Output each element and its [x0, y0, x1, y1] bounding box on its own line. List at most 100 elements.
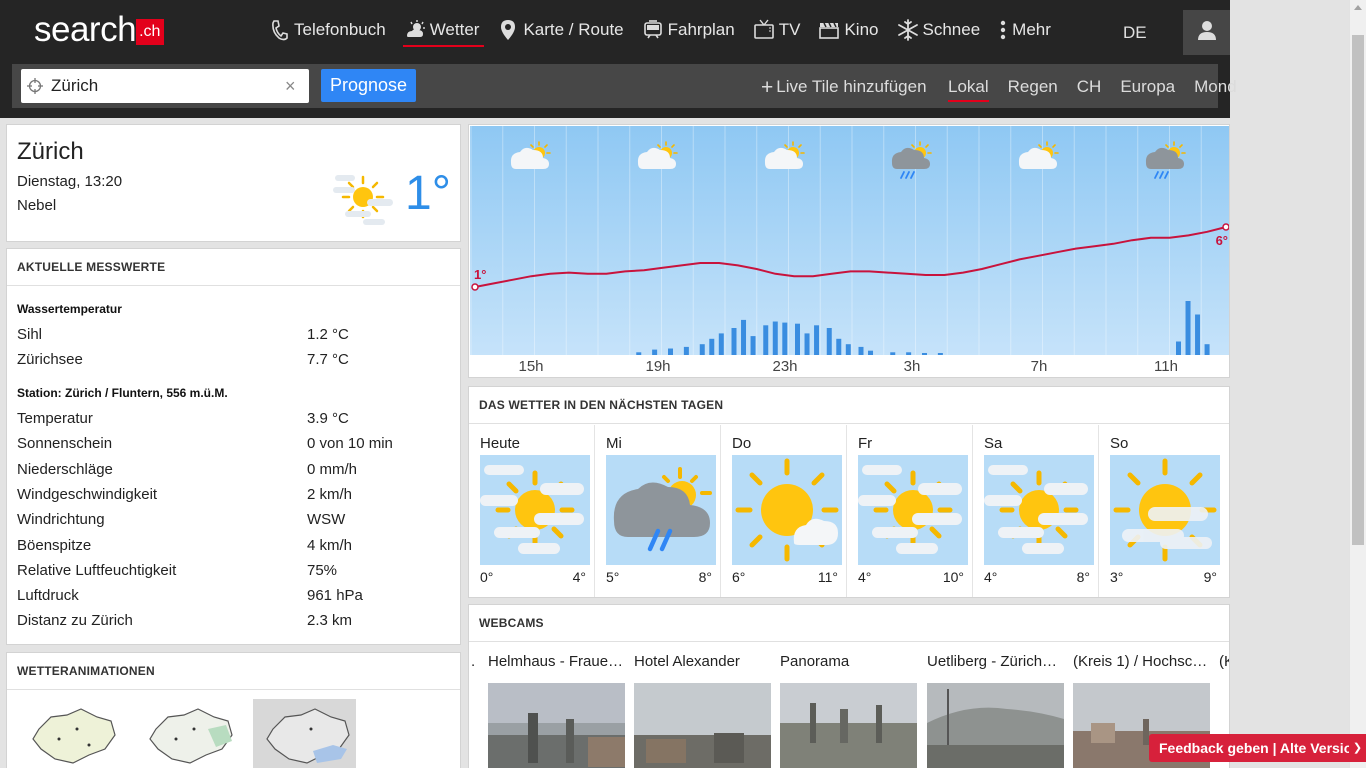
current-datetime: Dienstag, 13:20 [17, 173, 123, 190]
webcams-title: WEBCAMS [469, 605, 1229, 642]
nav-telefonbuch[interactable]: Telefonbuch [262, 14, 392, 46]
measure-label: Niederschläge [17, 461, 113, 478]
temperature-start-point [471, 283, 479, 291]
chart-x-tick-label: 23h [772, 358, 797, 375]
logo-suffix: .ch [136, 19, 165, 45]
webcam-item[interactable]: Helmhaus - Fraue… [488, 653, 628, 768]
scroll-up-arrow-icon[interactable] [1354, 5, 1362, 10]
live-tile-button[interactable]: + Live Tile hinzufügen [761, 75, 927, 99]
measure-row: Niederschläge 0 mm/h [17, 461, 447, 481]
webcam-image [634, 683, 771, 768]
nav-wetter[interactable]: Wetter [398, 14, 486, 47]
nav-fahrplan[interactable]: Fahrplan [636, 14, 741, 46]
webcam-item-partial[interactable]: (K [1219, 653, 1229, 673]
feedback-button[interactable]: Feedback geben | Alte Version [1149, 734, 1349, 762]
temperature-end-point [1222, 223, 1229, 231]
sun-fog-icon [333, 171, 395, 227]
webcam-name: (K [1219, 653, 1229, 670]
animation-thumb-clouds[interactable] [253, 699, 356, 768]
user-button[interactable] [1183, 10, 1230, 55]
weather-icon [404, 19, 426, 41]
plus-icon: + [761, 75, 774, 99]
chart-x-tick-label: 7h [1031, 358, 1048, 375]
sun-fog-icon [1110, 455, 1220, 565]
chart-x-axis [470, 355, 1229, 377]
weather-subnav: Lokal Regen CH Europa Mond [948, 77, 1256, 102]
nav-mehr[interactable]: Mehr [992, 14, 1057, 46]
forecast-day[interactable]: Mi 5° 8° [595, 425, 721, 597]
nav-tv[interactable]: TV [747, 14, 807, 46]
measure-value: 75% [307, 562, 338, 579]
measurements-title: AKTUELLE MESSWERTE [7, 249, 460, 286]
measure-row: Luftdruck 961 hPa [17, 587, 447, 607]
subnav-regen[interactable]: Regen [1008, 77, 1058, 97]
measure-value: WSW [307, 511, 346, 528]
search-bar: × Prognose + Live Tile hinzufügen Lokal … [12, 64, 1237, 108]
forecast-day[interactable]: Heute 0° 4° [469, 425, 595, 597]
nav-kino[interactable]: Kino [812, 14, 884, 46]
scrollbar-thumb[interactable] [1352, 35, 1364, 545]
subnav-lokal[interactable]: Lokal [948, 77, 989, 102]
precipitation-bar [1195, 314, 1201, 355]
webcam-name: Helmhaus - Fraue… [488, 653, 624, 670]
webcams-card: WEBCAMS . Helmhaus - Fraue… Hotel Alexan… [468, 604, 1230, 768]
page-scrollbar[interactable] [1349, 0, 1366, 768]
measure-label: Windgeschwindigkeit [17, 486, 158, 503]
sun-fog-icon [480, 455, 590, 565]
logo[interactable]: search .ch [34, 12, 165, 47]
subnav-ch[interactable]: CH [1077, 77, 1102, 97]
webcam-item[interactable]: Panorama [780, 653, 920, 768]
precipitation-bar [1204, 344, 1210, 355]
location-search: × [21, 69, 309, 103]
clear-icon[interactable]: × [285, 76, 296, 97]
animations-title: WETTERANIMATIONEN [7, 653, 460, 690]
prognose-button[interactable]: Prognose [321, 69, 416, 102]
forecast-day[interactable]: Sa 4° 8° [973, 425, 1099, 597]
webcam-item[interactable]: (Kreis 1) / Hochsc… [1073, 653, 1213, 768]
phone-icon [268, 19, 290, 41]
top-header: search .ch Telefonbuch Wetter Karte / Ro… [0, 0, 1237, 118]
webcam-item[interactable]: Hotel Alexander [634, 653, 774, 768]
measure-label: Windrichtung [17, 511, 105, 528]
nav-label: Telefonbuch [294, 20, 386, 39]
animation-thumb-temperature[interactable] [19, 699, 122, 768]
chart-plot-area [470, 126, 1229, 356]
measure-value: 0 mm/h [307, 461, 358, 478]
measurements-card: AKTUELLE MESSWERTE Wassertemperatur Sihl… [6, 248, 461, 645]
station-title: Station: Zürich / Fluntern, 556 m.ü.M. [17, 386, 228, 400]
forecast-day[interactable]: Fr 4° 10° [847, 425, 973, 597]
precipitation-bar [890, 352, 896, 355]
webcam-name: Uetliberg - Zürich… [927, 653, 1058, 670]
chevron-right-icon[interactable]: ❯ [1349, 734, 1366, 762]
measure-value: 2 km/h [307, 486, 353, 503]
precipitation-bar [906, 352, 912, 355]
user-icon [1197, 20, 1217, 45]
webcam-name: Hotel Alexander [634, 653, 740, 670]
precipitation-bar [699, 344, 705, 355]
webcam-item[interactable]: Uetliberg - Zürich… [927, 653, 1067, 768]
water-temperature-title: Wassertemperatur [17, 302, 122, 316]
animation-thumb-precipitation[interactable] [136, 699, 239, 768]
nav-schnee[interactable]: Schnee [891, 14, 987, 46]
crosshair-icon[interactable] [27, 78, 43, 94]
subnav-mond[interactable]: Mond [1194, 77, 1237, 97]
nav-label: Schnee [922, 20, 981, 39]
webcam-item-partial[interactable]: . [471, 653, 481, 673]
measure-value: 4 km/h [307, 537, 353, 554]
precipitation-bar [795, 323, 800, 355]
subnav-europa[interactable]: Europa [1120, 77, 1175, 97]
forecast-max: 8° [1076, 569, 1090, 585]
language-switch[interactable]: DE [1123, 23, 1147, 43]
measure-row: Sonnenschein 0 von 10 min [17, 435, 447, 455]
nav-karte-route[interactable]: Karte / Route [491, 14, 629, 46]
chart-x-tick-label: 19h [645, 358, 670, 375]
forecast-min: 4° [858, 569, 872, 585]
precipitation-bar [652, 349, 658, 355]
more-dots-icon [998, 19, 1008, 41]
forecast-day[interactable]: Do 6° 11° [721, 425, 847, 597]
forecast-day[interactable]: So 3° 9° [1099, 425, 1225, 597]
forecast-max: 8° [698, 569, 712, 585]
measure-row: Böenspitze 4 km/h [17, 537, 447, 557]
location-input[interactable] [51, 72, 283, 100]
precipitation-bar [731, 328, 737, 355]
